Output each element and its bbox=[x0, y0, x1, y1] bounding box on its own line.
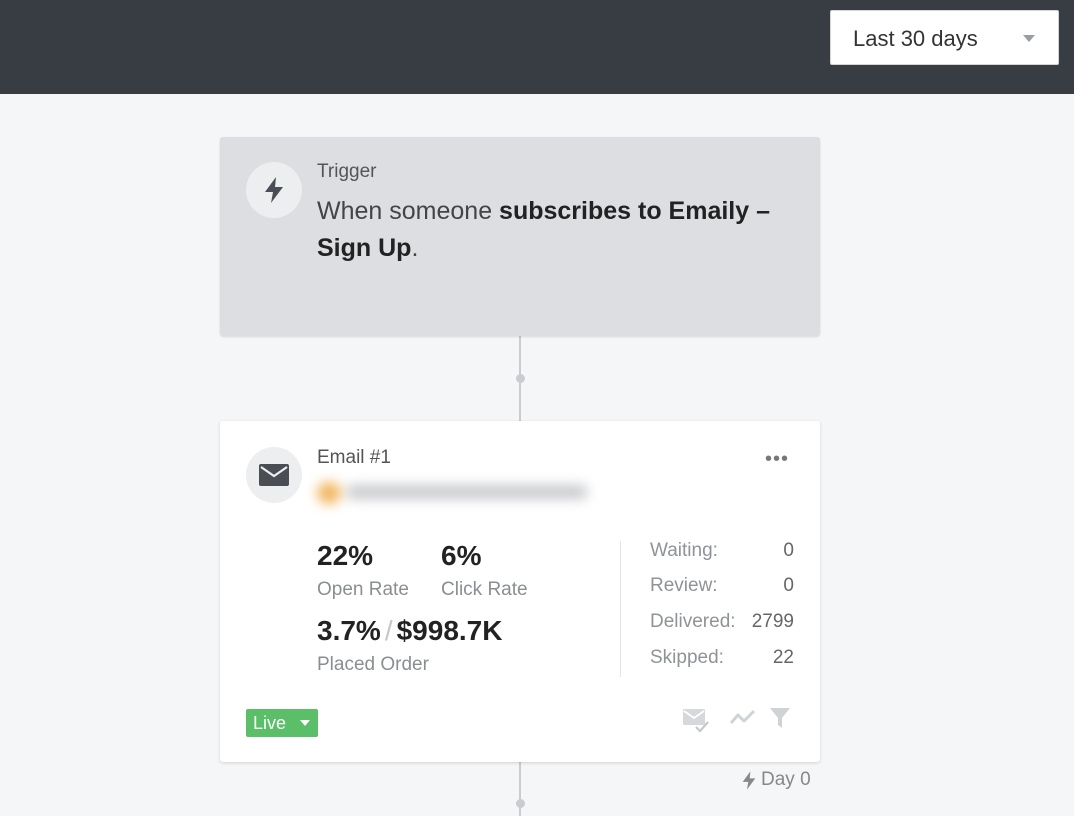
stat-skipped-value: 22 bbox=[772, 647, 794, 668]
lightning-bolt-icon bbox=[742, 770, 756, 790]
placed-order-values: 3.7% / $998.7K bbox=[317, 615, 502, 647]
click-rate-value: 6% bbox=[441, 540, 482, 571]
email-subject-redacted bbox=[317, 479, 592, 505]
email-card[interactable]: Email #1 ••• 22% Open Rate 6% Click Rate… bbox=[220, 421, 820, 762]
placed-order-percent: 3.7% bbox=[317, 615, 381, 646]
trigger-text-prefix: When someone bbox=[317, 197, 500, 225]
trigger-description: When someone subscribes to Emaily – Sign… bbox=[317, 193, 797, 267]
lightning-bolt-icon bbox=[265, 177, 283, 203]
trigger-title: Trigger bbox=[317, 161, 377, 182]
trigger-text-suffix: . bbox=[411, 234, 419, 262]
envelope-icon bbox=[259, 464, 289, 486]
stat-delivered-value: 2799 bbox=[751, 611, 794, 632]
status-label: Live bbox=[253, 713, 287, 733]
status-badge[interactable]: Live bbox=[246, 709, 318, 737]
stat-delivered-label: Delivered: bbox=[650, 611, 736, 632]
chevron-down-icon bbox=[300, 720, 310, 726]
open-rate-value: 22% bbox=[317, 540, 374, 571]
placed-order-separator: / bbox=[384, 615, 393, 646]
stat-review-value: 0 bbox=[783, 575, 794, 596]
email-title: Email #1 bbox=[317, 447, 391, 468]
trigger-icon-circle bbox=[246, 162, 302, 218]
click-rate-label: Click Rate bbox=[441, 579, 528, 600]
open-rate-label: Open Rate bbox=[317, 579, 409, 600]
date-range-select[interactable]: Last 30 days bbox=[830, 10, 1059, 65]
connector-node bbox=[516, 799, 525, 808]
stat-review-label: Review: bbox=[650, 575, 718, 596]
stat-skipped-label: Skipped: bbox=[650, 647, 724, 668]
date-range-label: Last 30 days bbox=[853, 26, 978, 51]
more-options-button[interactable]: ••• bbox=[765, 449, 789, 469]
placed-order-label: Placed Order bbox=[317, 654, 429, 675]
delay-label: Day 0 bbox=[742, 769, 811, 791]
filter-icon[interactable] bbox=[769, 707, 791, 729]
trend-icon[interactable] bbox=[729, 707, 757, 729]
stat-waiting-label: Waiting: bbox=[650, 540, 718, 561]
trigger-card[interactable]: Trigger When someone subscribes to Email… bbox=[220, 137, 820, 336]
delay-text: Day 0 bbox=[761, 769, 811, 790]
chevron-down-icon bbox=[1023, 35, 1035, 42]
email-icon-circle bbox=[246, 447, 302, 503]
connector-node bbox=[516, 374, 525, 383]
stat-waiting-value: 0 bbox=[783, 540, 794, 561]
top-bar: Last 30 days bbox=[0, 0, 1074, 94]
placed-order-revenue: $998.7K bbox=[396, 615, 503, 646]
stats-divider bbox=[620, 541, 621, 677]
email-check-icon[interactable] bbox=[682, 707, 710, 733]
